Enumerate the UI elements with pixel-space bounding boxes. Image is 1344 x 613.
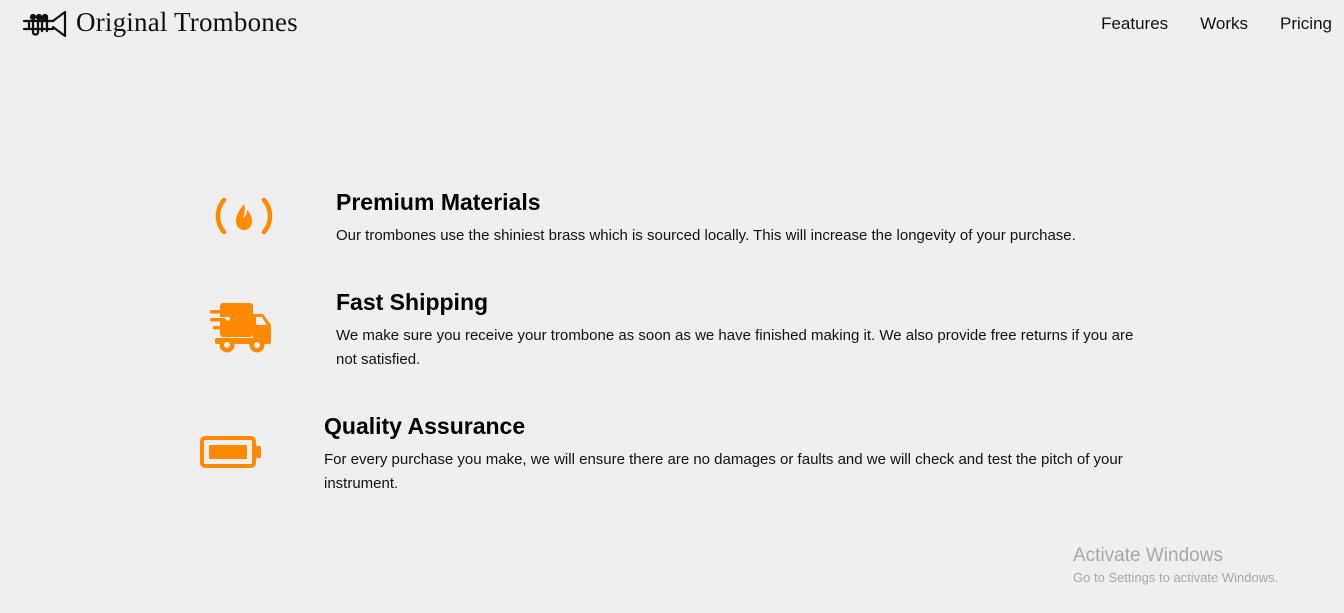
feature-description: Our trombones use the shiniest brass whi… bbox=[336, 227, 1076, 244]
feature-item-quality-assurance: Quality Assurance For every purchase you… bbox=[200, 412, 1144, 496]
feature-title: Premium Materials bbox=[336, 189, 541, 215]
feature-title: Fast Shipping bbox=[336, 289, 489, 315]
windows-activation-watermark: Activate Windows Go to Settings to activ… bbox=[1073, 545, 1278, 588]
site-header: Original Trombones Features Works Pricin… bbox=[0, 0, 1344, 50]
watermark-title: Activate Windows bbox=[1073, 545, 1223, 566]
fire-icon bbox=[215, 197, 273, 240]
feature-description: We make sure you receive your trombone a… bbox=[336, 327, 1134, 368]
brand-logo-link[interactable]: Original Trombones bbox=[22, 6, 298, 38]
feature-item-fast-shipping: Fast Shipping We make sure you receive y… bbox=[210, 288, 1156, 372]
feature-description: For every purchase you make, we will ens… bbox=[324, 451, 1123, 492]
nav-link-features[interactable]: Features bbox=[1101, 14, 1168, 34]
watermark-subtitle: Go to Settings to activate Windows. bbox=[1073, 570, 1279, 585]
nav-link-pricing[interactable]: Pricing bbox=[1280, 14, 1332, 34]
brand-name: Original Trombones bbox=[76, 7, 298, 37]
main-nav: Features Works Pricing bbox=[1101, 14, 1332, 34]
feature-item-premium-materials: Premium Materials Our trombones use the … bbox=[215, 188, 1156, 248]
battery-full-icon bbox=[200, 435, 262, 474]
nav-link-works[interactable]: Works bbox=[1200, 14, 1248, 34]
trombone-icon bbox=[22, 7, 68, 37]
feature-title: Quality Assurance bbox=[324, 413, 526, 439]
shipping-truck-icon bbox=[210, 303, 272, 358]
